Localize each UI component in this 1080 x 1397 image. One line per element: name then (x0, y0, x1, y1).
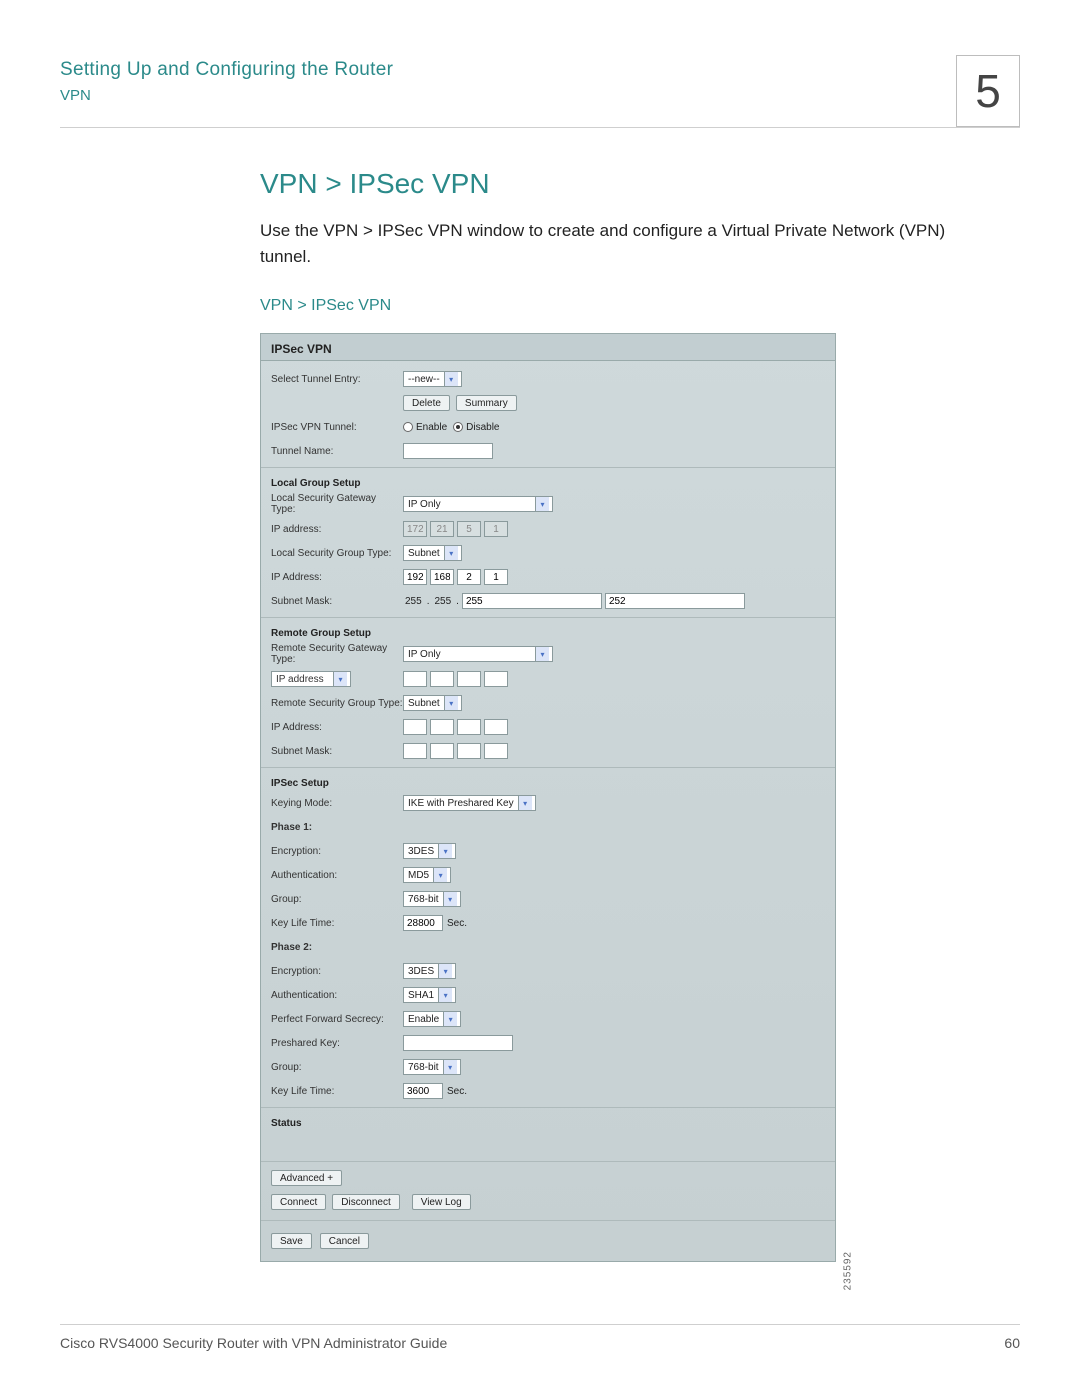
input-remote-addr[interactable] (403, 671, 508, 687)
select-p1-enc[interactable]: 3DES▾ (403, 843, 456, 859)
content-column: VPN > IPSec VPN Use the VPN > IPSec VPN … (260, 168, 980, 1262)
chevron-down-icon: ▾ (535, 497, 549, 511)
select-keying-mode[interactable]: IKE with Preshared Key▾ (403, 795, 536, 811)
chevron-down-icon: ▾ (443, 1060, 457, 1074)
page-footer: Cisco RVS4000 Security Router with VPN A… (60, 1324, 1020, 1351)
disconnect-button[interactable]: Disconnect (332, 1194, 399, 1210)
chevron-down-icon: ▾ (438, 964, 452, 978)
label-remote-group-type: Remote Security Group Type: (271, 698, 403, 709)
page-header: Setting Up and Configuring the Router VP… (60, 55, 1020, 127)
footer-guide-name: Cisco RVS4000 Security Router with VPN A… (60, 1335, 447, 1351)
text-local-mask: 255.255. (403, 593, 745, 609)
chapter-number-box: 5 (956, 55, 1020, 127)
input-local-ip2[interactable] (403, 569, 508, 585)
select-p1-auth[interactable]: MD5▾ (403, 867, 451, 883)
chevron-down-icon: ▾ (438, 844, 452, 858)
summary-button[interactable]: Summary (456, 395, 517, 411)
ipsec-vpn-panel: IPSec VPN Select Tunnel Entry: --new--▾ … (260, 333, 836, 1262)
label-local-gw-type: Local Security Gateway Type: (271, 493, 403, 515)
chevron-down-icon: ▾ (433, 868, 447, 882)
label-local-ip: IP address: (271, 524, 403, 535)
heading-local-group: Local Group Setup (271, 474, 825, 493)
label-p2-enc: Encryption: (271, 966, 403, 977)
input-psk[interactable] (403, 1035, 513, 1051)
input-p1-life[interactable] (403, 915, 443, 931)
input-p2-life[interactable] (403, 1083, 443, 1099)
label-tunnel-name: Tunnel Name: (271, 446, 403, 457)
input-tunnel-name[interactable] (403, 443, 493, 459)
input-remote-ip2[interactable] (403, 719, 508, 735)
label-phase2: Phase 2: (271, 942, 403, 953)
heading-remote-group: Remote Group Setup (271, 624, 825, 643)
label-local-ip2: IP Address: (271, 572, 403, 583)
chevron-down-icon: ▾ (333, 672, 347, 686)
select-p2-auth[interactable]: SHA1▾ (403, 987, 456, 1003)
viewlog-button[interactable]: View Log (412, 1194, 471, 1210)
input-remote-mask[interactable] (403, 743, 508, 759)
heading-ipsec-setup: IPSec Setup (271, 774, 825, 793)
select-remote-addr-mode[interactable]: IP address▾ (271, 671, 351, 687)
cancel-button[interactable]: Cancel (320, 1233, 369, 1249)
radio-disable[interactable] (453, 422, 463, 432)
chevron-down-icon: ▾ (518, 796, 532, 810)
chevron-down-icon: ▾ (443, 1012, 457, 1026)
save-button[interactable]: Save (271, 1233, 312, 1249)
label-sec: Sec. (447, 918, 467, 929)
image-id: 235592 (842, 1251, 853, 1290)
chevron-down-icon: ▾ (443, 892, 457, 906)
connect-button[interactable]: Connect (271, 1194, 326, 1210)
select-remote-group-type[interactable]: Subnet▾ (403, 695, 462, 711)
select-p1-group[interactable]: 768-bit▾ (403, 891, 461, 907)
radio-enable-label: Enable (416, 422, 447, 433)
label-local-mask: Subnet Mask: (271, 596, 403, 607)
label-remote-gw-type: Remote Security Gateway Type: (271, 643, 403, 665)
label-p1-group: Group: (271, 894, 403, 905)
label-p1-enc: Encryption: (271, 846, 403, 857)
label-pfs: Perfect Forward Secrecy: (271, 1014, 403, 1025)
label-p2-auth: Authentication: (271, 990, 403, 1001)
label-local-group-type: Local Security Group Type: (271, 548, 403, 559)
select-remote-gw-type[interactable]: IP Only▾ (403, 646, 553, 662)
label-remote-mask: Subnet Mask: (271, 746, 403, 757)
select-p2-enc[interactable]: 3DES▾ (403, 963, 456, 979)
chevron-down-icon: ▾ (444, 372, 458, 386)
select-pfs[interactable]: Enable▾ (403, 1011, 461, 1027)
figure-caption: VPN > IPSec VPN (260, 297, 980, 315)
header-rule (60, 127, 1020, 128)
select-tunnel-entry[interactable]: --new--▾ (403, 371, 462, 387)
chevron-down-icon: ▾ (444, 696, 458, 710)
label-p1-life: Key Life Time: (271, 918, 403, 929)
label-ipsec-tunnel: IPSec VPN Tunnel: (271, 422, 403, 433)
select-p2-group[interactable]: 768-bit▾ (403, 1059, 461, 1075)
label-phase1: Phase 1: (271, 822, 403, 833)
chevron-down-icon: ▾ (535, 647, 549, 661)
chevron-down-icon: ▾ (438, 988, 452, 1002)
footer-page-number: 60 (1004, 1335, 1020, 1351)
doc-title: Setting Up and Configuring the Router (60, 59, 393, 81)
label-keying-mode: Keying Mode: (271, 798, 403, 809)
doc-section: VPN (60, 87, 393, 104)
label-psk: Preshared Key: (271, 1038, 403, 1049)
intro-text: Use the VPN > IPSec VPN window to create… (260, 218, 980, 269)
label-p2-group: Group: (271, 1062, 403, 1073)
radio-disable-label: Disable (466, 422, 499, 433)
chevron-down-icon: ▾ (444, 546, 458, 560)
label-tunnel-entry: Select Tunnel Entry: (271, 374, 403, 385)
label-sec: Sec. (447, 1086, 467, 1097)
radio-enable[interactable] (403, 422, 413, 432)
label-remote-ip2: IP Address: (271, 722, 403, 733)
select-local-gw-type[interactable]: IP Only▾ (403, 496, 553, 512)
page-heading: VPN > IPSec VPN (260, 168, 980, 200)
input-local-ip[interactable] (403, 521, 508, 537)
heading-status: Status (271, 1114, 825, 1133)
delete-button[interactable]: Delete (403, 395, 450, 411)
panel-title: IPSec VPN (261, 334, 835, 361)
label-p1-auth: Authentication: (271, 870, 403, 881)
advanced-button[interactable]: Advanced + (271, 1170, 342, 1186)
select-local-group-type[interactable]: Subnet▾ (403, 545, 462, 561)
label-p2-life: Key Life Time: (271, 1086, 403, 1097)
